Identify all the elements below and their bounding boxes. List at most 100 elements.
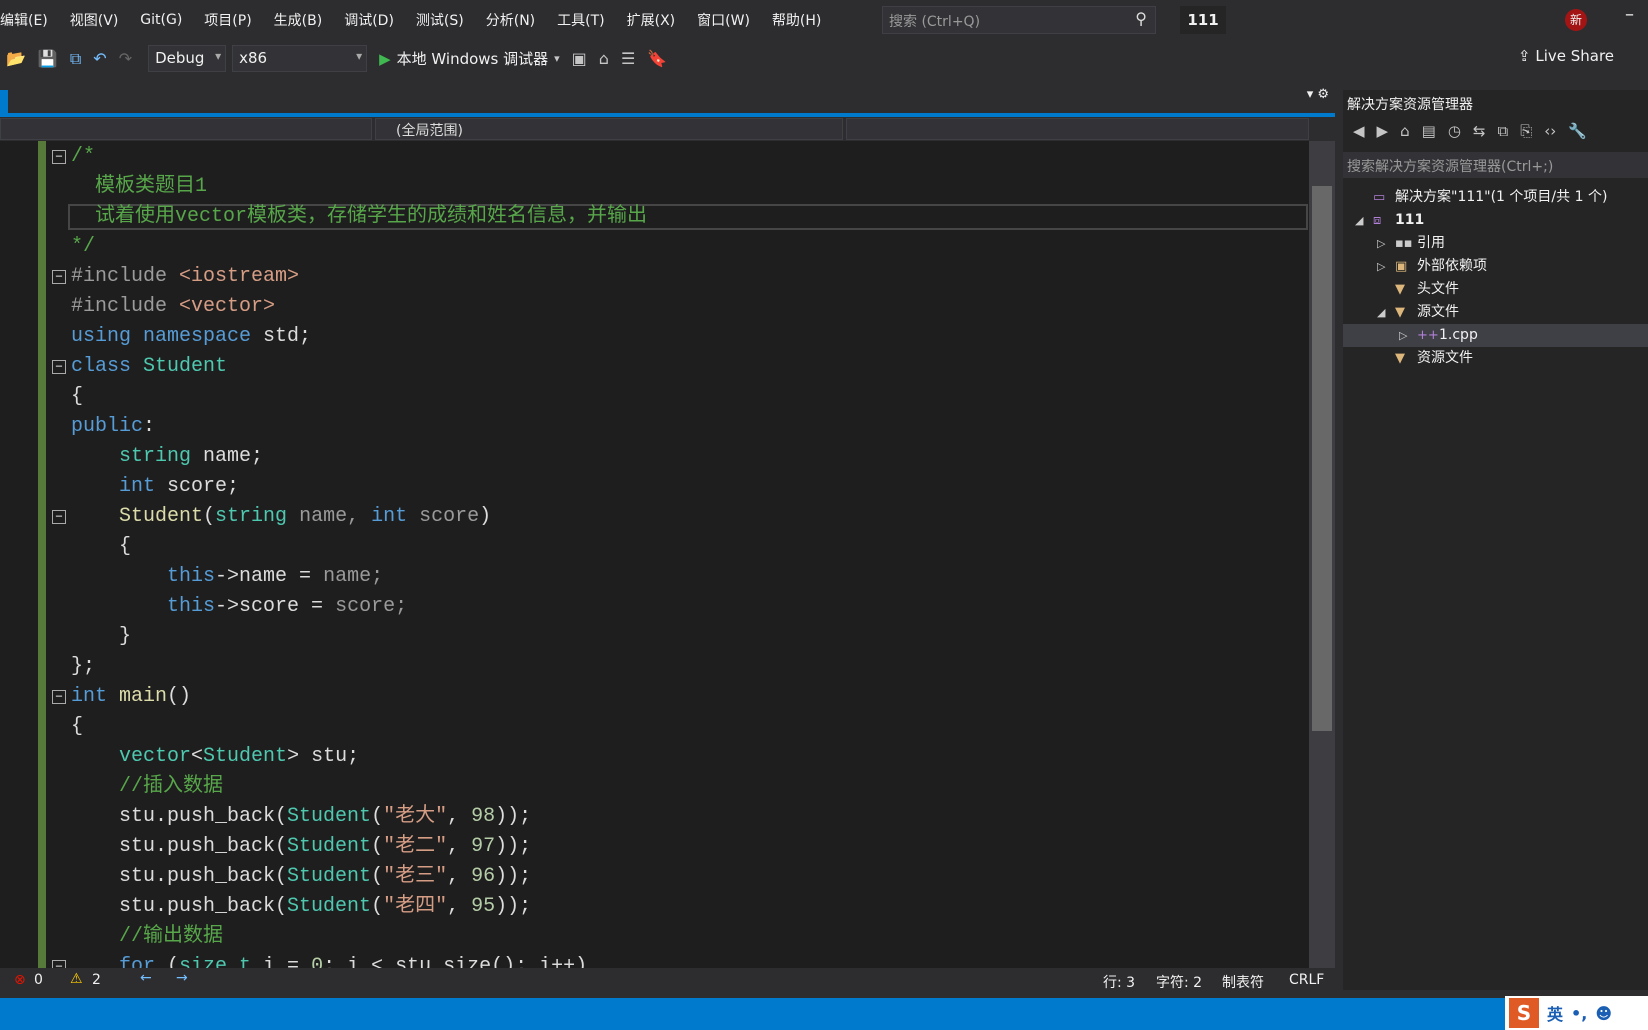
tree-item[interactable]: ▼ 资源文件 [1343, 347, 1648, 370]
code-line[interactable]: int main() [71, 682, 191, 712]
vertical-scrollbar[interactable] [1309, 141, 1335, 968]
code-line[interactable]: 模板类题目1 [71, 172, 207, 202]
punctuation-icon[interactable]: •, [1571, 1004, 1587, 1023]
menu-item[interactable]: 窗口(W) [686, 10, 761, 30]
code-line[interactable]: }; [71, 652, 95, 682]
code-line[interactable]: stu.push_back(Student("老四", 95)); [71, 892, 531, 922]
open-folder-icon[interactable]: 📂 [6, 49, 26, 68]
emoji-icon[interactable]: ☻ [1595, 1004, 1612, 1023]
warning-count[interactable]: 2 [92, 972, 101, 988]
code-line[interactable]: this->name = name; [71, 562, 383, 592]
code-line[interactable]: for (size_t i = 0; i < stu.size(); i++) [71, 952, 587, 968]
tree-item[interactable]: ▷ ▪▪ 引用 [1343, 232, 1648, 255]
menu-item[interactable]: 编辑(E) [0, 10, 59, 30]
fold-toggle-icon[interactable]: − [52, 150, 66, 164]
sync-icon[interactable]: ⇆ [1473, 122, 1486, 140]
tree-item[interactable]: ▭ 解决方案"111"(1 个项目/共 1 个) [1343, 186, 1648, 209]
expand-toggle-icon[interactable]: ◢ [1355, 209, 1373, 232]
tab-settings-icon[interactable]: ▾ ⚙ [1307, 87, 1329, 102]
code-line[interactable]: Student(string name, int score) [71, 502, 491, 532]
code-line[interactable]: 试着使用vector模板类，存储学生的成绩和姓名信息，并输出 [71, 202, 647, 232]
tree-item[interactable]: ◢ ⧈ 111 [1343, 209, 1648, 232]
code-line[interactable]: string name; [71, 442, 263, 472]
menu-item[interactable]: 测试(S) [405, 10, 475, 30]
menu-item[interactable]: 分析(N) [475, 10, 546, 30]
expand-toggle-icon[interactable]: ▷ [1377, 232, 1395, 255]
toolbar-icon[interactable]: ☰ [621, 49, 635, 68]
history-icon[interactable]: ◷ [1448, 122, 1461, 140]
save-icon[interactable]: 💾 [38, 49, 58, 68]
code-line[interactable]: vector<Student> stu; [71, 742, 359, 772]
run-dropdown-icon[interactable]: ▾ [554, 52, 560, 65]
indent-mode[interactable]: 制表符 [1222, 972, 1264, 992]
search-input[interactable]: 搜索 (Ctrl+Q) ⚲ [882, 6, 1156, 34]
code-line[interactable]: } [71, 622, 131, 652]
ime-language[interactable]: 英 [1547, 1001, 1563, 1025]
menu-item[interactable]: 工具(T) [546, 10, 615, 30]
menu-item[interactable]: 视图(V) [59, 10, 130, 30]
home-icon[interactable]: ⌂ [1400, 122, 1410, 140]
run-icon[interactable]: ▶ [379, 50, 391, 68]
forward-arrow-icon[interactable]: → [176, 970, 188, 986]
fold-toggle-icon[interactable]: − [52, 690, 66, 704]
back-arrow-icon[interactable]: ← [140, 970, 152, 986]
code-line[interactable]: { [71, 712, 83, 742]
scope-dropdown[interactable]: (全局范围) [375, 118, 843, 140]
menu-item[interactable]: 帮助(H) [761, 10, 832, 30]
forward-icon[interactable]: ▶ [1377, 122, 1389, 140]
member-dropdown[interactable] [846, 118, 1309, 140]
platform-dropdown[interactable]: x86 [232, 45, 368, 72]
code-line[interactable]: #include <vector> [71, 292, 275, 322]
fold-toggle-icon[interactable]: − [52, 510, 66, 524]
code-line[interactable]: stu.push_back(Student("老大", 98)); [71, 802, 531, 832]
ime-toolbar[interactable]: S 英 •, ☻ [1505, 996, 1648, 1030]
code-line[interactable]: */ [71, 232, 95, 262]
warning-icon[interactable]: ⚠ [70, 971, 83, 987]
menu-item[interactable]: 调试(D) [333, 10, 405, 30]
minimize-button[interactable]: – [1625, 4, 1634, 25]
collapse-icon[interactable]: ⧉ [1497, 122, 1508, 140]
line-ending[interactable]: CRLF [1289, 972, 1324, 988]
code-line[interactable]: int score; [71, 472, 239, 502]
bookmark-icon[interactable]: 🔖 [647, 49, 667, 68]
tree-item[interactable]: ▼ 头文件 [1343, 278, 1648, 301]
tree-item[interactable]: ▷ ▣ 外部依赖项 [1343, 255, 1648, 278]
wrench-icon[interactable]: 🔧 [1568, 122, 1587, 140]
code-icon[interactable]: ‹› [1544, 122, 1556, 140]
expand-toggle-icon[interactable]: ▷ [1377, 255, 1395, 278]
active-tab[interactable] [0, 90, 8, 113]
project-dropdown[interactable] [0, 118, 372, 140]
expand-toggle-icon[interactable]: ▷ [1399, 324, 1417, 347]
code-editor[interactable]: /* 模板类题目1 试着使用vector模板类，存储学生的成绩和姓名信息，并输出… [0, 141, 1309, 968]
tree-item[interactable]: ▷ ++1.cpp [1343, 324, 1648, 347]
solution-search-input[interactable]: 搜索解决方案资源管理器(Ctrl+;) [1343, 152, 1648, 178]
code-line[interactable]: public: [71, 412, 155, 442]
code-line[interactable]: this->score = score; [71, 592, 407, 622]
code-line[interactable]: { [71, 382, 83, 412]
fold-toggle-icon[interactable]: − [52, 960, 66, 968]
code-line[interactable]: /* [71, 142, 95, 172]
menu-item[interactable]: 扩展(X) [616, 10, 687, 30]
code-line[interactable]: class Student [71, 352, 227, 382]
code-line[interactable]: #include <iostream> [71, 262, 299, 292]
back-icon[interactable]: ◀ [1353, 122, 1365, 140]
error-icon[interactable]: ⊗ [14, 972, 26, 988]
code-line[interactable]: //输出数据 [71, 922, 223, 952]
code-line[interactable]: { [71, 532, 131, 562]
live-share-button[interactable]: ⇪ Live Share [1518, 47, 1614, 65]
error-count[interactable]: 0 [34, 972, 43, 988]
code-line[interactable]: stu.push_back(Student("老三", 96)); [71, 862, 531, 892]
toolbar-icon[interactable]: ⌂ [599, 49, 609, 68]
config-dropdown[interactable]: Debug [148, 45, 227, 72]
undo-icon[interactable]: ↶ [93, 49, 106, 68]
code-line[interactable]: using namespace std; [71, 322, 311, 352]
switch-view-icon[interactable]: ▤ [1422, 122, 1436, 140]
code-line[interactable]: stu.push_back(Student("老二", 97)); [71, 832, 531, 862]
scrollbar-thumb[interactable] [1312, 186, 1332, 731]
menu-item[interactable]: Git(G) [129, 12, 193, 28]
save-all-icon[interactable]: ⧉ [70, 49, 81, 69]
run-debugger-button[interactable]: 本地 Windows 调试器 [397, 48, 549, 69]
menu-item[interactable]: 生成(B) [263, 10, 334, 30]
code-line[interactable]: //插入数据 [71, 772, 223, 802]
fold-toggle-icon[interactable]: − [52, 270, 66, 284]
